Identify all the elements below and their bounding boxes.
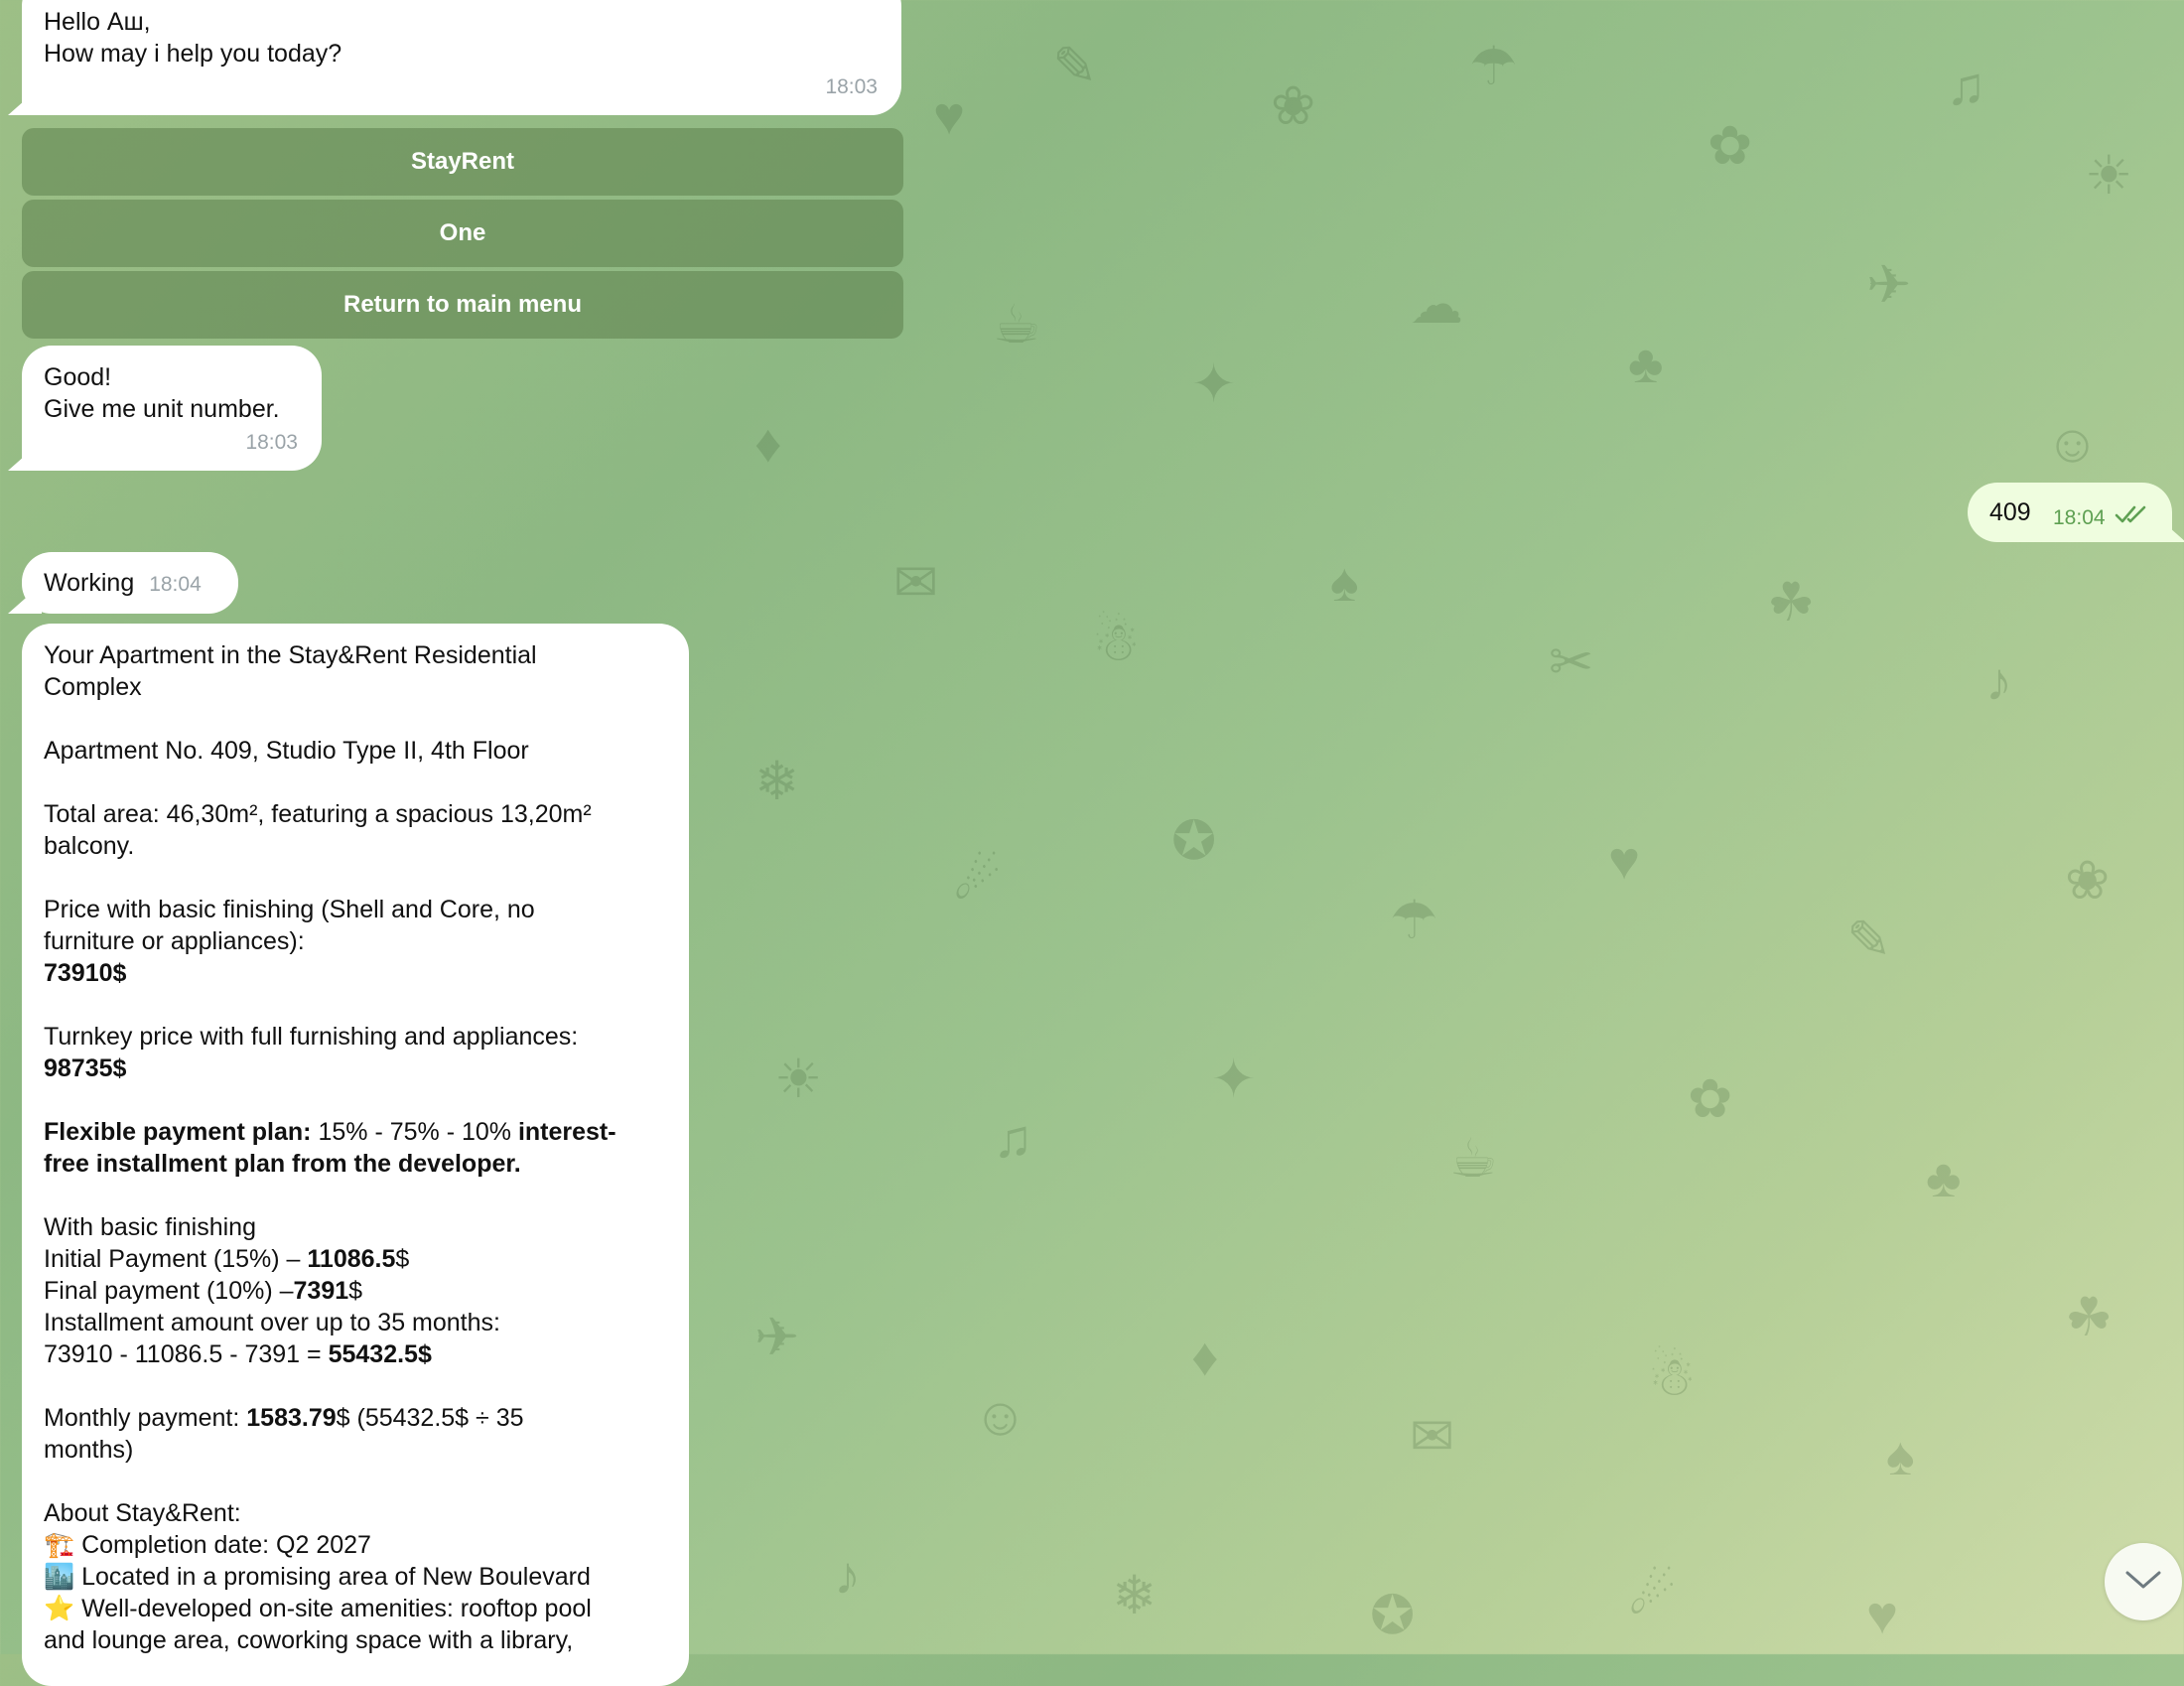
keyboard-button-stayrent[interactable]: StayRent [22, 128, 903, 196]
message-text: How may i help you today? [44, 40, 342, 68]
payment-plan-line: Flexible payment plan: 15% - 75% - 10% i… [44, 1116, 667, 1148]
about-item-text: Located in a promising area of New Boule… [74, 1563, 591, 1591]
monthly-payment-line: Monthly payment: 1583.79$ (55432.5$ ÷ 35 [44, 1402, 667, 1434]
final-payment-label: Final payment (10%) – [44, 1277, 294, 1305]
currency-unit: $ [348, 1277, 363, 1305]
installment-value: 55432.5$ [328, 1340, 432, 1368]
payment-plan-label: Flexible payment plan: [44, 1118, 312, 1146]
initial-payment-line: Initial Payment (15%) – 11086.5$ [44, 1243, 667, 1275]
apartment-title: Your Apartment in the Stay&Rent Resident… [44, 641, 537, 669]
keyboard-button-label: One [439, 219, 486, 246]
about-item: 🏗️ Completion date: Q2 2027 [44, 1529, 667, 1561]
basic-finishing-label: furniture or appliances): [44, 927, 305, 955]
keyboard-button-label: StayRent [410, 148, 515, 175]
installment-calc-line: 73910 - 11086.5 - 7391 = 55432.5$ [44, 1338, 667, 1370]
message-text: Hello Аш, [44, 8, 151, 36]
installment-calc: 73910 - 11086.5 - 7391 = [44, 1340, 329, 1368]
cityscape-icon: 🏙️ [44, 1563, 75, 1591]
construction-icon: 🏗️ [44, 1531, 75, 1559]
about-item-text: Well-developed on-site amenities: roofto… [74, 1595, 592, 1622]
message-working: Working 18:04 [8, 552, 238, 614]
message-prompt: Good! Give me unit number. 18:03 [8, 346, 322, 471]
currency-unit: $ [395, 1245, 410, 1273]
star-icon: ⭐ [44, 1595, 75, 1622]
about-item-text: Completion date: Q2 2027 [74, 1531, 371, 1559]
basic-finishing-label: Price with basic finishing (Shell and Co… [44, 896, 535, 923]
final-payment-line: Final payment (10%) –7391$ [44, 1275, 667, 1307]
message-apartment-details: Your Apartment in the Stay&Rent Resident… [22, 624, 689, 1686]
message-time: 18:04 [2053, 506, 2106, 529]
message-time: 18:03 [245, 431, 298, 454]
message-text: Good! [44, 363, 112, 391]
turnkey-label: Turnkey price with full furnishing and a… [44, 1023, 579, 1051]
payment-plan-note: free installment plan from the developer… [44, 1150, 521, 1178]
initial-payment-label: Initial Payment (15%) – [44, 1245, 308, 1273]
about-item-text: and lounge area, coworking space with a … [44, 1626, 574, 1654]
about-item: ⭐ Well-developed on-site amenities: roof… [44, 1593, 667, 1624]
message-greeting: Hello Аш, How may i help you today? 18:0… [8, 0, 901, 115]
keyboard-button-one[interactable]: One [22, 200, 903, 267]
apartment-area: Total area: 46,30m², featuring a spaciou… [44, 800, 592, 828]
monthly-payment-calc: months) [44, 1436, 134, 1464]
about-item: 🏙️ Located in a promising area of New Bo… [44, 1561, 667, 1593]
apartment-area: balcony. [44, 832, 135, 860]
about-heading: About Stay&Rent: [44, 1499, 241, 1527]
payment-plan-note: interest- [517, 1118, 616, 1146]
scroll-to-bottom-button[interactable] [2105, 1543, 2182, 1620]
message-time: 18:03 [825, 75, 878, 98]
message-reply: 409 18:04 [1968, 483, 2184, 542]
keyboard-button-main-menu[interactable]: Return to main menu [22, 271, 903, 339]
turnkey-price: 98735$ [44, 1054, 127, 1082]
double-check-icon [2115, 500, 2148, 532]
installment-label: Installment amount over up to 35 months: [44, 1309, 500, 1336]
monthly-payment-value: 1583.79 [246, 1404, 337, 1432]
monthly-payment-calc: $ (55432.5$ ÷ 35 [336, 1404, 524, 1432]
message-time: 18:04 [149, 573, 202, 596]
chevron-down-icon [2123, 1568, 2163, 1597]
final-payment-value: 7391 [293, 1277, 349, 1305]
initial-payment-value: 11086.5 [307, 1245, 396, 1273]
payment-plan-split: 15% - 75% - 10% [311, 1118, 518, 1146]
monthly-payment-label: Monthly payment: [44, 1404, 247, 1432]
basic-finishing-price: 73910$ [44, 959, 127, 987]
message-text: Working [44, 569, 135, 597]
basic-finishing-heading: With basic finishing [44, 1213, 256, 1241]
message-text: 409 [1989, 498, 2031, 526]
message-text: Give me unit number. [44, 395, 280, 423]
apartment-unit: Apartment No. 409, Studio Type II, 4th F… [44, 737, 529, 765]
apartment-title: Complex [44, 673, 142, 701]
keyboard-button-label: Return to main menu [342, 291, 582, 318]
